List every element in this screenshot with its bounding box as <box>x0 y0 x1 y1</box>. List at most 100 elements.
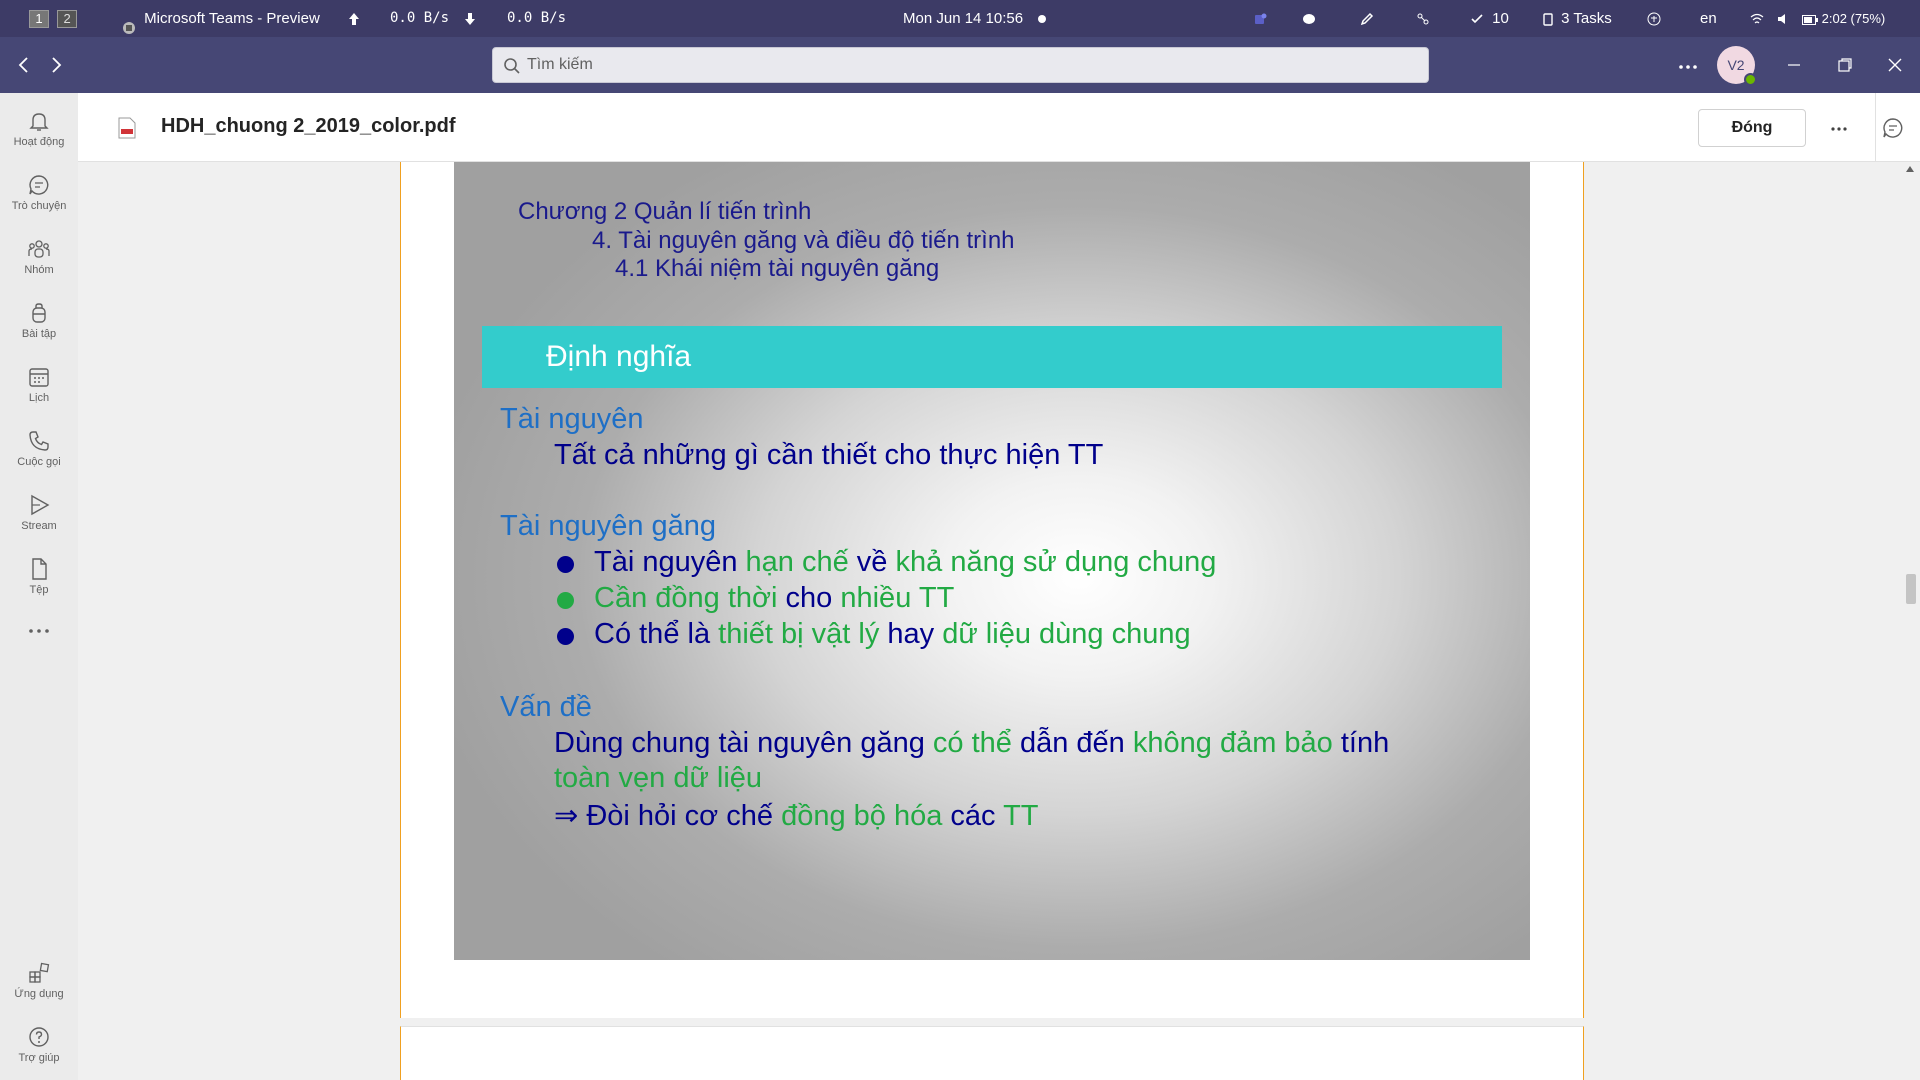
help-icon <box>29 1027 49 1047</box>
rail-item-calendar[interactable]: Lịch <box>0 357 78 417</box>
battery-status[interactable]: 2:02 (75%) <box>1802 0 1885 37</box>
download-speed: 0.0 B/s <box>507 10 567 26</box>
minimize-icon <box>1788 64 1800 66</box>
rail-item-teams[interactable]: Nhóm <box>0 229 78 289</box>
bell-icon <box>29 113 49 131</box>
avatar-initials: V2 <box>1727 57 1745 73</box>
chat-tray-icon[interactable] <box>1302 0 1316 37</box>
close-window-button[interactable] <box>1881 51 1909 79</box>
maximize-button[interactable] <box>1831 51 1859 79</box>
apps-icon <box>29 962 50 983</box>
bullet-item: Cần đồng thời cho nhiều TT <box>594 582 954 615</box>
text-run: dẫn đến <box>1011 727 1133 759</box>
close-icon <box>1888 58 1902 72</box>
document-header: HDH_chuong 2_2019_color.pdf Đóng <box>78 93 1920 162</box>
text-run: thiết bị vật lý <box>718 618 880 650</box>
accessibility-tray-icon[interactable] <box>1647 0 1661 37</box>
rail-label: Tệp <box>29 584 49 596</box>
text-run: cho <box>777 582 841 614</box>
text-run: có thể <box>932 727 1012 759</box>
volume-icon[interactable] <box>1776 0 1790 37</box>
calendar-icon <box>29 368 49 387</box>
rail-label: Stream <box>21 520 57 532</box>
rail-item-chat[interactable]: Trò chuyện <box>0 165 78 225</box>
more-horizontal-icon <box>1831 127 1847 131</box>
bullet-item: Có thể là thiết bị vật lý hay dữ liệu dù… <box>594 618 1191 651</box>
slide-subsection: 4.1 Khái niệm tài nguyên găng <box>615 255 940 282</box>
tasks-indicator[interactable]: 3 Tasks <box>1541 0 1612 37</box>
text-run: đồng bộ hóa <box>781 800 943 832</box>
text-run: TT <box>1003 800 1039 832</box>
pdf-viewer[interactable]: Chương 2 Quản lí tiến trình 4. Tài nguyê… <box>78 162 1920 1080</box>
more-horizontal-icon <box>1679 65 1697 69</box>
upload-speed: 0.0 B/s <box>390 10 450 26</box>
active-window-indicator[interactable]: Microsoft Teams - Preview <box>122 0 320 37</box>
rail-item-more[interactable] <box>0 613 78 649</box>
text-run: toàn vẹn dữ liệu <box>554 762 763 794</box>
scroll-up-arrow-icon[interactable] <box>1906 166 1914 172</box>
text-run: dữ liệu dùng chung <box>942 618 1191 650</box>
chevron-right-icon <box>52 57 62 73</box>
minimize-button[interactable] <box>1780 51 1808 79</box>
avatar[interactable]: V2 <box>1717 46 1757 86</box>
network-tray-icon[interactable] <box>1416 0 1430 37</box>
clipboard-icon <box>1543 13 1553 26</box>
issue-line: ⇒ Đòi hỏi cơ chế đồng bộ hóa các TT <box>554 798 1039 833</box>
document-chat-button[interactable] <box>1882 117 1904 144</box>
rail-label: Lịch <box>28 392 50 404</box>
rail-item-stream[interactable]: Stream <box>0 485 78 545</box>
workspace-2[interactable]: 2 <box>57 10 78 28</box>
rail-item-help[interactable]: Trợ giúp <box>0 1017 78 1077</box>
file-icon <box>32 558 47 580</box>
text-run: tính <box>1332 727 1390 759</box>
teams-title-bar: V2 <box>0 37 1920 93</box>
checkmark-tray[interactable]: 10 <box>1470 0 1509 37</box>
active-window-title: Microsoft Teams - Preview <box>144 10 320 27</box>
scrollbar-thumb[interactable] <box>1906 574 1916 604</box>
resource-definition: Tất cả những gì cần thiết cho thực hiện … <box>554 439 1104 471</box>
more-icon <box>29 629 49 633</box>
back-button[interactable] <box>12 53 36 77</box>
rail-item-files[interactable]: Tệp <box>0 549 78 609</box>
rail-label: Trò chuyện <box>11 200 67 212</box>
search-input[interactable] <box>527 48 1407 82</box>
clock[interactable]: Mon Jun 14 10:56 <box>903 0 1023 37</box>
settings-more-button[interactable] <box>1674 51 1702 79</box>
text-run: Có thể là <box>594 618 719 650</box>
viewer-scrollbar[interactable] <box>1900 162 1920 1080</box>
text-run: nhiều TT <box>840 582 955 614</box>
rail-item-assignments[interactable]: Bài tập <box>0 293 78 353</box>
search-box[interactable] <box>492 47 1429 83</box>
pdf-file-icon <box>118 117 136 144</box>
search-icon <box>504 58 520 74</box>
workspace-1[interactable]: 1 <box>29 10 49 28</box>
definition-band: Định nghĩa <box>482 326 1502 388</box>
rail-item-activity[interactable]: Hoạt động <box>0 101 78 161</box>
download-arrow-icon <box>463 0 477 37</box>
rail-item-apps[interactable]: Ứng dụng <box>0 953 78 1013</box>
teams-tray-icon[interactable] <box>1253 0 1267 37</box>
workspace-switcher[interactable]: 1 2 <box>29 0 78 37</box>
critical-resource-heading: Tài nguyên găng <box>500 510 717 542</box>
document-more-button[interactable] <box>1824 113 1854 143</box>
band-title: Định nghĩa <box>546 340 692 373</box>
checkmark-icon <box>1471 14 1483 24</box>
wifi-icon[interactable] <box>1750 0 1764 37</box>
forward-button[interactable] <box>44 53 68 77</box>
notification-dot-icon <box>1038 0 1046 37</box>
teams-icon <box>28 240 50 258</box>
conversation-icon <box>1883 118 1903 138</box>
app-rail: Hoạt động Trò chuyện Nhóm Bài tập Lịch C… <box>0 93 78 1080</box>
slide-chapter: Chương 2 Quản lí tiến trình <box>518 198 812 225</box>
pdf-page <box>400 1026 1584 1080</box>
close-document-button[interactable]: Đóng <box>1698 109 1806 147</box>
rail-item-calls[interactable]: Cuộc gọi <box>0 421 78 481</box>
chat-icon <box>29 175 49 195</box>
resource-heading: Tài nguyên <box>500 403 644 435</box>
pen-tray-icon[interactable] <box>1360 0 1374 37</box>
upload-arrow-icon <box>347 0 361 37</box>
text-run: các <box>942 800 1004 832</box>
text-run: Tài nguyên <box>594 546 746 578</box>
language-indicator[interactable]: en <box>1700 0 1717 37</box>
header-divider <box>1875 93 1876 162</box>
